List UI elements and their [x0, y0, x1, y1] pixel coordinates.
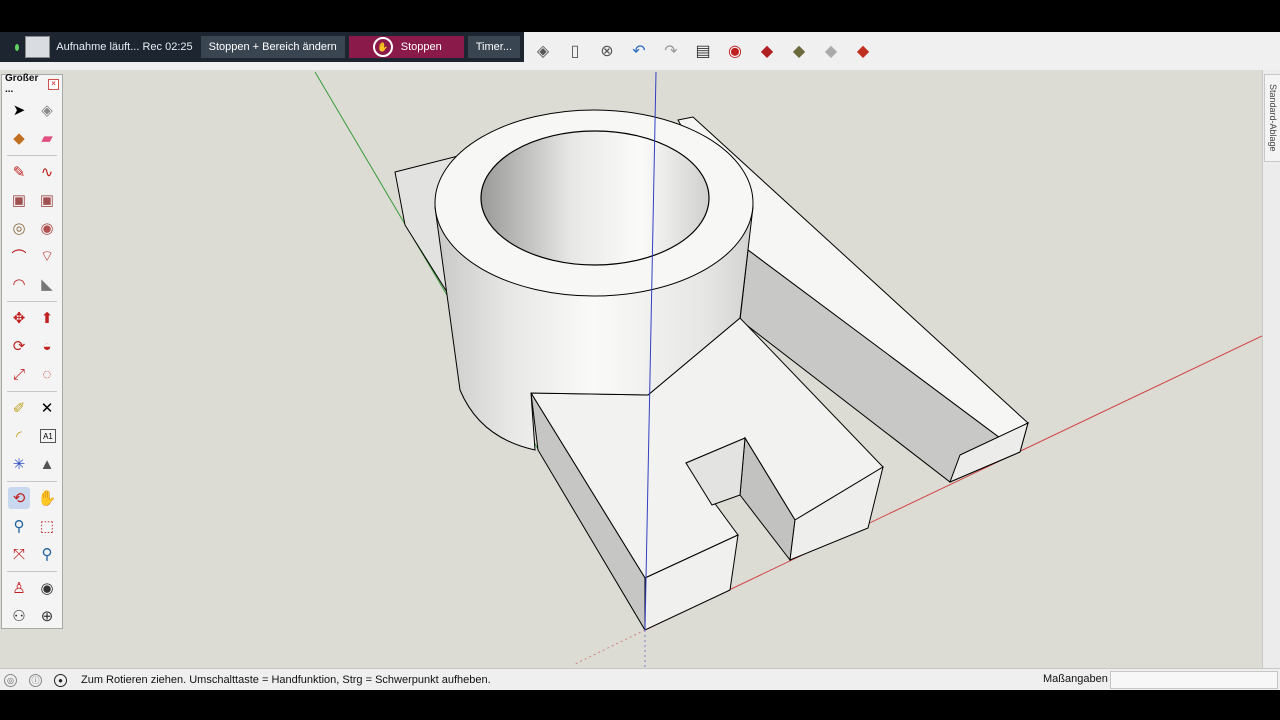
pie-icon[interactable]: ◣	[36, 273, 58, 295]
palette-separator	[7, 155, 57, 156]
3d-text-icon[interactable]: ▲	[36, 453, 58, 475]
eraser-icon[interactable]: ▰	[36, 127, 58, 149]
arc-icon[interactable]: ⌒	[8, 245, 30, 267]
palette-separator	[7, 571, 57, 572]
dimension-icon[interactable]: ✕	[36, 397, 58, 419]
stop-button[interactable]: ✋ Stoppen	[348, 36, 464, 58]
position-camera-icon[interactable]: ♙	[8, 577, 30, 599]
rotate-icon[interactable]: ⟳	[8, 335, 30, 357]
rotated-rectangle-icon[interactable]: ▣	[36, 189, 58, 211]
bottom-black-bar	[0, 690, 1280, 720]
status-bar: ◎ ⓘ ● Zum Rotieren ziehen. Umschalttaste…	[0, 668, 1280, 691]
look-around-icon[interactable]: ◉	[36, 577, 58, 599]
measurements-input[interactable]	[1110, 671, 1278, 689]
palette-title: Großer ...	[5, 73, 39, 95]
right-tray: Standard-Ablage	[1262, 70, 1280, 668]
palette-title-bar[interactable]: Großer ... ×	[2, 73, 62, 95]
walk-icon[interactable]: ⚇	[8, 605, 30, 627]
measurements-label: Maßangaben	[1043, 673, 1108, 685]
paint-bucket-icon[interactable]: ◆	[8, 127, 30, 149]
select-icon[interactable]: ➤	[8, 99, 30, 121]
follow-me-icon[interactable]: ◒	[36, 335, 58, 357]
zoom-icon[interactable]: ⚲	[8, 515, 30, 537]
zoom-extents-icon[interactable]: ⤧	[8, 543, 30, 565]
component-icon-2[interactable]: ◆	[786, 38, 812, 64]
credits-icon[interactable]: ⓘ	[29, 673, 42, 687]
tape-measure-icon[interactable]: ✐	[8, 397, 30, 419]
undo-icon[interactable]: ↶	[626, 38, 652, 64]
palette-separator	[7, 301, 57, 302]
cylinder-hole	[480, 130, 710, 266]
move-icon[interactable]: ✥	[8, 307, 30, 329]
component-icon-1[interactable]: ◆	[754, 38, 780, 64]
redo-icon[interactable]: ↷	[658, 38, 684, 64]
recording-thumbnail	[25, 36, 51, 58]
two-point-arc-icon[interactable]: ⌔	[36, 245, 58, 267]
previous-zoom-icon[interactable]: ⚲	[36, 543, 58, 565]
push-pull-icon[interactable]: ⬆	[36, 307, 58, 329]
recording-status: Aufnahme läuft... Rec 02:25	[56, 41, 193, 53]
component-icon-4[interactable]: ◆	[850, 38, 876, 64]
orbit-icon[interactable]: ⟲	[8, 487, 30, 509]
top-black-bar	[0, 0, 1280, 32]
next-view-icon[interactable]: ▯	[562, 38, 588, 64]
drawing-viewport[interactable]	[0, 70, 1262, 668]
model-info-icon[interactable]: ◉	[722, 38, 748, 64]
protractor-icon[interactable]: ◜	[8, 425, 30, 447]
timer-button[interactable]: Timer...	[467, 36, 520, 58]
previous-view-icon[interactable]: ◈	[530, 38, 556, 64]
tray-tab-default[interactable]: Standard-Ablage	[1264, 74, 1280, 162]
freehand-icon[interactable]: ∿	[36, 161, 58, 183]
component-icon-3[interactable]: ◆	[818, 38, 844, 64]
circle-icon[interactable]: ◎	[8, 217, 30, 239]
recording-bar: Aufnahme läuft... Rec 02:25 Stoppen + Be…	[0, 32, 524, 62]
large-toolset-palette: Großer ... × ➤ ◈ ◆ ▰ ✎ ∿ ▣ ▣ ◎ ◉ ⌒ ⌔ ◠ ◣…	[1, 73, 63, 629]
rectangle-icon[interactable]: ▣	[8, 189, 30, 211]
axes-icon[interactable]: ✳	[8, 453, 30, 475]
line-icon[interactable]: ✎	[8, 161, 30, 183]
palette-separator	[7, 391, 57, 392]
pan-icon[interactable]: ✋	[36, 487, 58, 509]
palette-close-button[interactable]: ×	[48, 78, 59, 90]
status-hint: Zum Rotieren ziehen. Umschalttaste = Han…	[81, 674, 491, 686]
section-plane-icon[interactable]: ⊕	[36, 605, 58, 627]
offset-icon[interactable]: ◌	[36, 363, 58, 385]
stop-change-area-button[interactable]: Stoppen + Bereich ändern	[200, 36, 345, 58]
hand-icon: ✋	[372, 37, 393, 57]
scale-icon[interactable]: ⤢	[8, 363, 30, 385]
make-component-icon[interactable]: ◈	[36, 99, 58, 121]
main-toolbar: ◈ ▯ ⊗ ↶ ↷ ▤ ◉ ◆ ◆ ◆ ◆	[530, 38, 876, 64]
zoom-window-icon[interactable]: ⬚	[36, 515, 58, 537]
user-icon[interactable]: ●	[54, 673, 67, 687]
print-icon[interactable]: ▤	[690, 38, 716, 64]
three-point-arc-icon[interactable]: ◠	[8, 273, 30, 295]
stop-button-label: Stoppen	[400, 41, 442, 53]
recording-indicator-icon	[15, 43, 20, 51]
red-axis-dashed	[574, 629, 646, 665]
model-view	[314, 71, 1262, 668]
polygon-icon[interactable]: ◉	[36, 217, 58, 239]
palette-separator	[7, 481, 57, 482]
text-icon[interactable]: A1	[40, 429, 56, 443]
geo-location-icon[interactable]: ◎	[4, 673, 17, 687]
cancel-icon[interactable]: ⊗	[594, 38, 620, 64]
